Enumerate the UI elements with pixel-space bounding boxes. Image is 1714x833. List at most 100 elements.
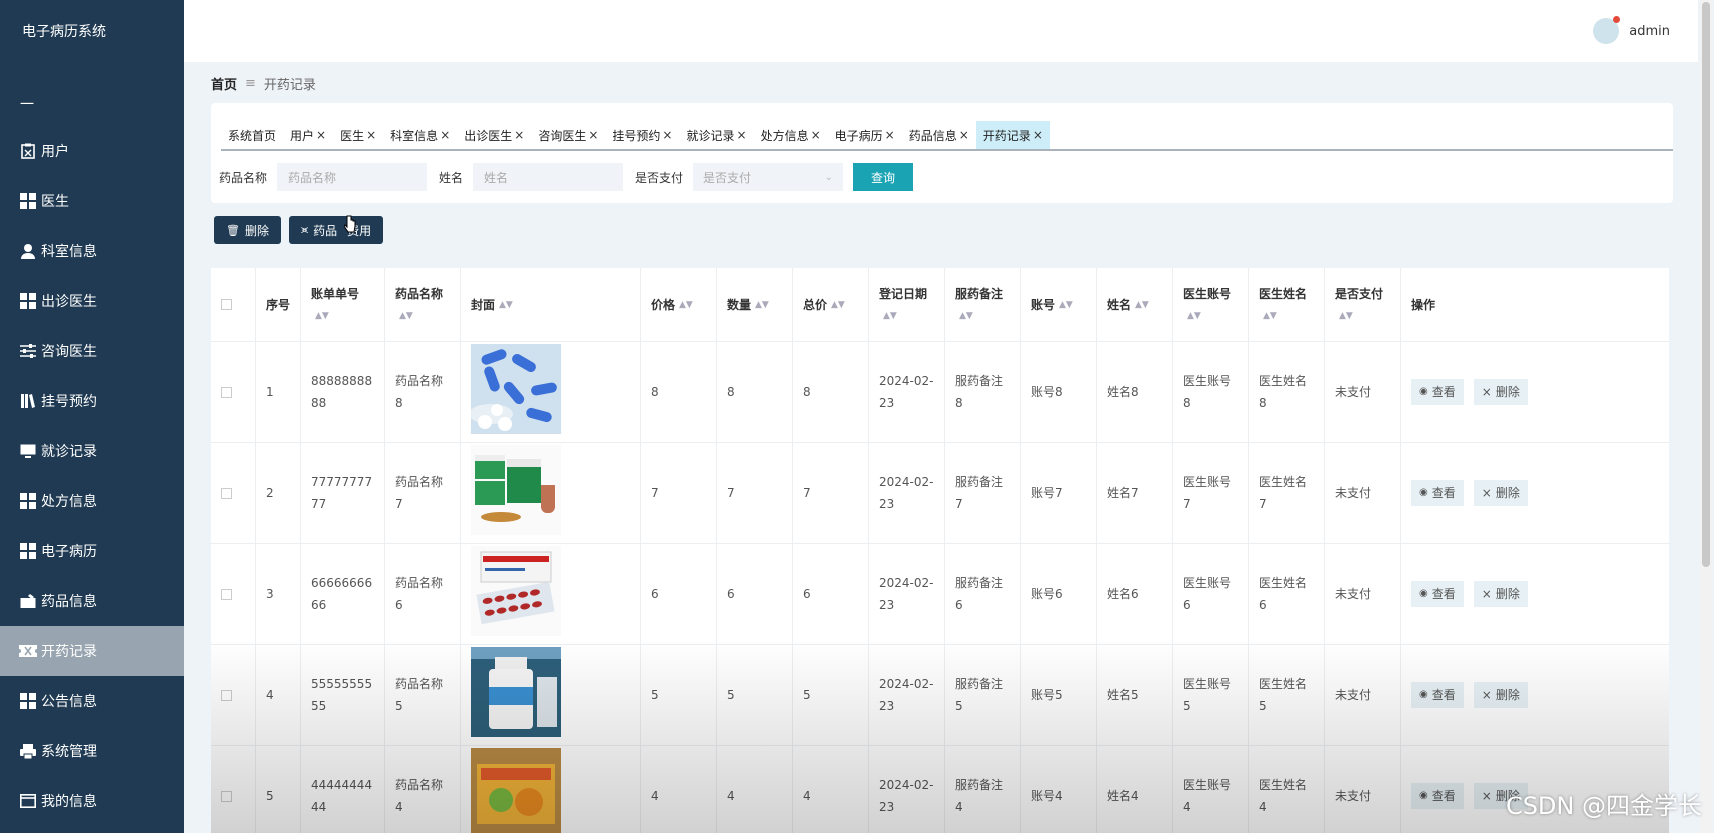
- row-checkbox[interactable]: [221, 790, 232, 802]
- header-cell[interactable]: 医生账号 ▲▼: [1173, 268, 1249, 341]
- header-cell[interactable]: 服药备注 ▲▼: [945, 268, 1021, 341]
- query-button[interactable]: 查询: [853, 163, 914, 191]
- header-cell[interactable]: 账号 ▲▼: [1021, 268, 1097, 341]
- price-cell: 5: [641, 645, 717, 745]
- sidebar-item-prescriptions[interactable]: 处方信息: [0, 476, 184, 526]
- header-select-all[interactable]: [211, 268, 256, 341]
- row-delete-button[interactable]: × 删除: [1473, 581, 1528, 607]
- sidebar-item-label: 医生: [41, 194, 69, 210]
- row-checkbox[interactable]: [221, 386, 232, 398]
- cell-value: 账号7: [1031, 486, 1063, 500]
- doctor-account-cell: 医生账号 8: [1173, 342, 1249, 442]
- row-select-cell[interactable]: [211, 342, 256, 442]
- row-checkbox[interactable]: [221, 689, 232, 701]
- close-icon[interactable]: ×: [1033, 128, 1043, 142]
- sidebar-item-consult-doctors[interactable]: 咨询医生: [0, 326, 184, 376]
- row-select-cell[interactable]: [211, 746, 256, 833]
- sidebar-item-appointments[interactable]: 挂号预约: [0, 376, 184, 426]
- tab-doctors[interactable]: 医生 ×: [333, 121, 383, 149]
- user-menu[interactable]: admin: [1593, 16, 1670, 44]
- breadcrumb-home[interactable]: 首页: [211, 74, 237, 93]
- sidebar-item-visit-records[interactable]: 就诊记录: [0, 426, 184, 476]
- cell-value: 7: [803, 486, 811, 500]
- view-button[interactable]: ◉ 查看: [1411, 480, 1464, 506]
- close-icon[interactable]: ×: [959, 128, 969, 142]
- close-icon[interactable]: ×: [811, 128, 821, 142]
- tab-appointments[interactable]: 挂号预约 ×: [605, 121, 679, 149]
- header-cell[interactable]: 账单单号 ▲▼: [301, 268, 385, 341]
- cover-cell: [461, 645, 641, 745]
- header-cell[interactable]: 总价 ▲▼: [793, 268, 869, 341]
- tab-label: 系统首页: [228, 128, 277, 143]
- drug-name-input[interactable]: 药品名称: [277, 163, 428, 191]
- sidebar-item-users[interactable]: 用户: [0, 126, 184, 176]
- view-button[interactable]: ◉ 查看: [1411, 783, 1464, 809]
- view-button[interactable]: ◉ 查看: [1411, 581, 1464, 607]
- close-icon[interactable]: ×: [514, 128, 524, 142]
- row-select-cell[interactable]: [211, 544, 256, 644]
- sidebar-item-drugs[interactable]: 药品信息: [0, 576, 184, 626]
- sort-icon: ▲▼: [1187, 310, 1201, 321]
- tab-medical-records[interactable]: 电子病历 ×: [828, 121, 902, 149]
- cell-line: 服药备注: [955, 677, 1004, 691]
- close-icon[interactable]: ×: [316, 128, 326, 142]
- header-cell[interactable]: 姓名 ▲▼: [1097, 268, 1173, 341]
- tab-prescribing-records[interactable]: 开药记录 ×: [975, 121, 1050, 149]
- sidebar-item-announcements[interactable]: 公告信息: [0, 676, 184, 726]
- header-cell[interactable]: 药品名称 ▲▼: [385, 268, 461, 341]
- sidebar-item-prescribing-records[interactable]: 开药记录: [0, 626, 184, 676]
- header-cell[interactable]: 是否支付 ▲▼: [1325, 268, 1401, 341]
- row-delete-button[interactable]: × 删除: [1473, 379, 1528, 405]
- breadcrumb-separator-icon: ≡: [245, 76, 256, 91]
- header-cell[interactable]: 医生姓名 ▲▼: [1249, 268, 1325, 341]
- header-cell[interactable]: 数量 ▲▼: [717, 268, 793, 341]
- tab-consult-doctors[interactable]: 咨询医生 ×: [531, 121, 605, 149]
- sidebar-item-doctors[interactable]: 医生: [0, 176, 184, 226]
- header-cell[interactable]: 封面 ▲▼: [461, 268, 641, 341]
- paid-select[interactable]: 是否支付 ⌄: [693, 163, 844, 191]
- delete-button[interactable]: 🗑 删除: [214, 216, 281, 244]
- tab-visit-records[interactable]: 就诊记录 ×: [679, 121, 753, 149]
- row-checkbox[interactable]: [221, 487, 232, 499]
- cell-value: 5: [803, 688, 811, 702]
- cell-value: 4: [727, 789, 735, 803]
- name-input[interactable]: 姓名: [473, 163, 624, 191]
- sidebar-item-system[interactable]: 系统管理: [0, 726, 184, 776]
- scrollbar-thumb[interactable]: [1702, 2, 1710, 567]
- row-checkbox[interactable]: [221, 588, 232, 600]
- page-scrollbar[interactable]: [1700, 0, 1712, 833]
- sidebar-item-my-info[interactable]: 我的信息: [0, 776, 184, 826]
- close-icon[interactable]: ×: [588, 128, 598, 142]
- close-icon[interactable]: ×: [885, 128, 895, 142]
- row-select-cell[interactable]: [211, 645, 256, 745]
- close-icon[interactable]: ×: [366, 128, 376, 142]
- view-button[interactable]: ◉ 查看: [1411, 379, 1464, 405]
- tab-departments[interactable]: 科室信息 ×: [383, 121, 457, 149]
- avatar: [1593, 16, 1621, 44]
- close-icon[interactable]: ×: [662, 128, 672, 142]
- row-select-cell[interactable]: [211, 443, 256, 543]
- header-label: 价格: [651, 297, 676, 312]
- row-delete-button[interactable]: × 删除: [1473, 480, 1528, 506]
- sidebar-item-visiting-doctors[interactable]: 出诊医生: [0, 276, 184, 326]
- share-icon: ⪤: [300, 223, 309, 236]
- header-cell[interactable]: 价格 ▲▼: [641, 268, 717, 341]
- tab-drugs[interactable]: 药品信息 ×: [902, 121, 976, 149]
- sidebar-item-departments[interactable]: 科室信息: [0, 226, 184, 276]
- cell-line: 2024-02-: [879, 677, 934, 691]
- tab-home[interactable]: 系统首页: [221, 121, 283, 149]
- row-delete-button[interactable]: × 删除: [1473, 682, 1528, 708]
- tab-visiting-doctors[interactable]: 出诊医生 ×: [457, 121, 531, 149]
- select-all-checkbox[interactable]: [221, 299, 232, 310]
- tab-label: 药品信息: [908, 128, 957, 143]
- tab-prescriptions[interactable]: 处方信息 ×: [754, 121, 828, 149]
- header-cell[interactable]: 登记日期 ▲▼: [869, 268, 945, 341]
- close-icon[interactable]: ×: [440, 128, 450, 142]
- sidebar-item-medical-records[interactable]: 电子病历: [0, 526, 184, 576]
- view-button[interactable]: ◉ 查看: [1411, 682, 1464, 708]
- close-icon[interactable]: ×: [737, 128, 747, 142]
- paid-select-value: 是否支付: [703, 170, 752, 185]
- drug-fee-button[interactable]: ⪤ 药品 费用: [288, 216, 384, 244]
- tab-users[interactable]: 用户 ×: [283, 121, 333, 149]
- cell-line: 医生账号: [1183, 475, 1232, 489]
